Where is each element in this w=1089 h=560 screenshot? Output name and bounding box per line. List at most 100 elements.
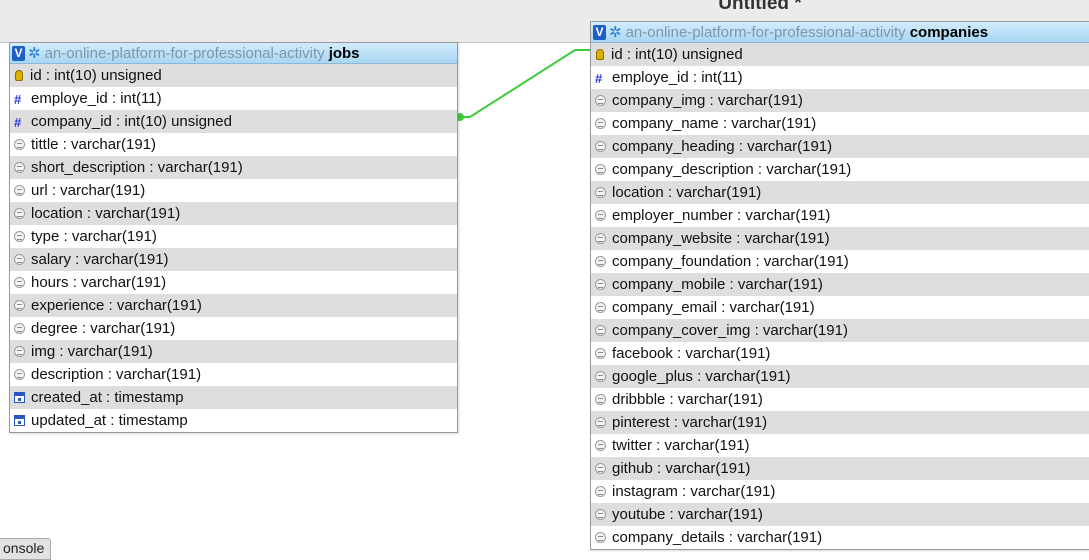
column-row[interactable]: company_description : varchar(191) — [591, 158, 1089, 181]
text-icon — [14, 369, 25, 380]
column-label: employe_id : int(11) — [612, 69, 743, 86]
column-label: employe_id : int(11) — [31, 90, 162, 107]
column-row[interactable]: company_details : varchar(191) — [591, 526, 1089, 549]
column-row[interactable]: github : varchar(191) — [591, 457, 1089, 480]
primary-key-icon — [15, 70, 23, 81]
column-row[interactable]: id : int(10) unsigned — [10, 64, 457, 87]
toggle-columns-button[interactable]: V — [593, 24, 606, 40]
column-row[interactable]: description : varchar(191) — [10, 363, 457, 386]
column-label: google_plus : varchar(191) — [612, 368, 791, 385]
column-row[interactable]: short_description : varchar(191) — [10, 156, 457, 179]
column-label: hours : varchar(191) — [31, 274, 167, 291]
timestamp-icon — [14, 392, 25, 403]
text-icon — [595, 417, 606, 428]
column-label: employer_number : varchar(191) — [612, 207, 831, 224]
column-row[interactable]: created_at : timestamp — [10, 386, 457, 409]
column-label: description : varchar(191) — [31, 366, 202, 383]
column-row[interactable]: employer_number : varchar(191) — [591, 204, 1089, 227]
table-header-companies[interactable]: V ✲ an-online-platform-for-professional-… — [591, 22, 1089, 43]
column-row[interactable]: tittle : varchar(191) — [10, 133, 457, 156]
column-row[interactable]: pinterest : varchar(191) — [591, 411, 1089, 434]
text-icon — [14, 231, 25, 242]
text-icon — [14, 254, 25, 265]
column-row[interactable]: company_mobile : varchar(191) — [591, 273, 1089, 296]
column-row[interactable]: facebook : varchar(191) — [591, 342, 1089, 365]
column-row[interactable]: hours : varchar(191) — [10, 271, 457, 294]
column-row[interactable]: location : varchar(191) — [591, 181, 1089, 204]
column-row[interactable]: company_img : varchar(191) — [591, 89, 1089, 112]
column-label: degree : varchar(191) — [31, 320, 176, 337]
column-row[interactable]: # company_id : int(10) unsigned — [10, 110, 457, 133]
text-icon — [14, 185, 25, 196]
column-row[interactable]: # employe_id : int(11) — [591, 66, 1089, 89]
column-label: img : varchar(191) — [31, 343, 153, 360]
column-row[interactable]: youtube : varchar(191) — [591, 503, 1089, 526]
column-label: company_cover_img : varchar(191) — [612, 322, 848, 339]
text-icon — [595, 302, 606, 313]
column-row[interactable]: dribbble : varchar(191) — [591, 388, 1089, 411]
column-row[interactable]: company_name : varchar(191) — [591, 112, 1089, 135]
text-icon — [595, 164, 606, 175]
column-row[interactable]: salary : varchar(191) — [10, 248, 457, 271]
console-tab[interactable]: onsole — [0, 538, 52, 560]
text-icon — [14, 346, 25, 357]
column-row[interactable]: location : varchar(191) — [10, 202, 457, 225]
column-label: dribbble : varchar(191) — [612, 391, 763, 408]
text-icon — [595, 532, 606, 543]
table-header-jobs[interactable]: V ✲ an-online-platform-for-professional-… — [10, 43, 457, 64]
column-row[interactable]: twitter : varchar(191) — [591, 434, 1089, 457]
column-label: company_mobile : varchar(191) — [612, 276, 823, 293]
column-label: location : varchar(191) — [31, 205, 181, 222]
column-row[interactable]: company_website : varchar(191) — [591, 227, 1089, 250]
column-row[interactable]: id : int(10) unsigned — [591, 43, 1089, 66]
column-row[interactable]: company_heading : varchar(191) — [591, 135, 1089, 158]
text-icon — [14, 323, 25, 334]
text-icon — [595, 440, 606, 451]
text-icon — [595, 509, 606, 520]
column-row[interactable]: experience : varchar(191) — [10, 294, 457, 317]
column-row[interactable]: img : varchar(191) — [10, 340, 457, 363]
table-name: jobs — [328, 44, 360, 62]
column-row[interactable]: url : varchar(191) — [10, 179, 457, 202]
column-row[interactable]: google_plus : varchar(191) — [591, 365, 1089, 388]
column-label: github : varchar(191) — [612, 460, 751, 477]
column-label: salary : varchar(191) — [31, 251, 169, 268]
column-row[interactable]: # employe_id : int(11) — [10, 87, 457, 110]
column-label: pinterest : varchar(191) — [612, 414, 768, 431]
gear-icon[interactable]: ✲ — [28, 46, 41, 61]
column-label: id : int(10) unsigned — [30, 67, 162, 84]
primary-key-icon — [596, 49, 604, 60]
column-label: twitter : varchar(191) — [612, 437, 750, 454]
column-list: id : int(10) unsigned # employe_id : int(1… — [10, 64, 457, 432]
numeric-icon: # — [14, 115, 22, 130]
table-companies[interactable]: V ✲ an-online-platform-for-professional-… — [590, 21, 1089, 550]
column-label: id : int(10) unsigned — [611, 46, 743, 63]
text-icon — [595, 279, 606, 290]
table-jobs[interactable]: V ✲ an-online-platform-for-professional-… — [9, 42, 458, 433]
text-icon — [14, 277, 25, 288]
column-row[interactable]: updated_at : timestamp — [10, 409, 457, 432]
column-row[interactable]: degree : varchar(191) — [10, 317, 457, 340]
column-label: experience : varchar(191) — [31, 297, 202, 314]
column-row[interactable]: instagram : varchar(191) — [591, 480, 1089, 503]
text-icon — [14, 300, 25, 311]
column-label: location : varchar(191) — [612, 184, 762, 201]
column-row[interactable]: company_email : varchar(191) — [591, 296, 1089, 319]
column-row[interactable]: type : varchar(191) — [10, 225, 457, 248]
text-icon — [595, 141, 606, 152]
gear-icon[interactable]: ✲ — [609, 25, 622, 40]
text-icon — [595, 371, 606, 382]
column-label: company_img : varchar(191) — [612, 92, 803, 109]
column-row[interactable]: company_foundation : varchar(191) — [591, 250, 1089, 273]
column-row[interactable]: company_cover_img : varchar(191) — [591, 319, 1089, 342]
column-label: company_details : varchar(191) — [612, 529, 823, 546]
text-icon — [595, 463, 606, 474]
database-name: an-online-platform-for-professional-acti… — [44, 44, 325, 62]
column-label: instagram : varchar(191) — [612, 483, 776, 500]
text-icon — [14, 162, 25, 173]
text-icon — [14, 208, 25, 219]
text-icon — [595, 118, 606, 129]
table-name: companies — [909, 23, 989, 41]
toggle-columns-button[interactable]: V — [12, 45, 25, 61]
column-label: tittle : varchar(191) — [31, 136, 157, 153]
